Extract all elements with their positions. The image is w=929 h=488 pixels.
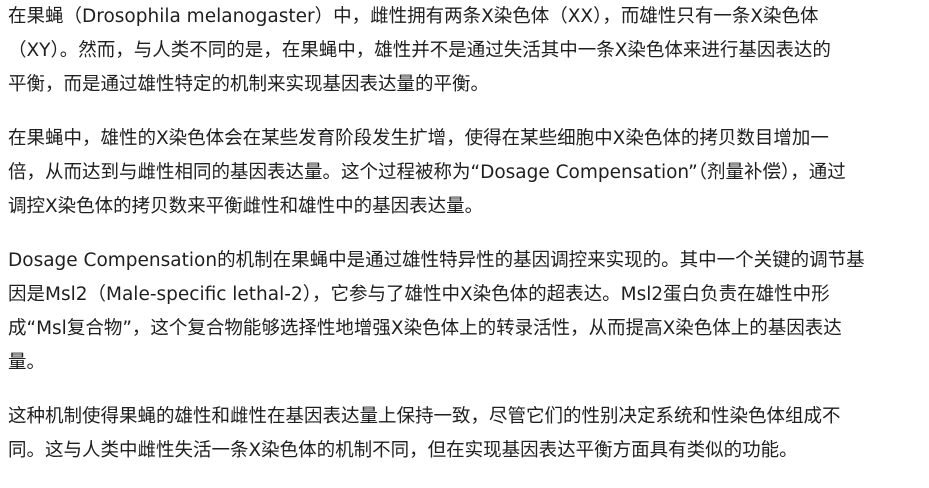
- paragraph-msl2-mechanism: Dosage Compensation的机制在果蝇中是通过雄性特异性的基因调控来…: [8, 244, 920, 380]
- paragraph-conclusion: 这种机制使得果蝇的雄性和雌性在基因表达量上保持一致，尽管它们的性别决定系统和性染…: [8, 400, 920, 468]
- text-line: 因是Msl2（Male-specific lethal-2），它参与了雄性中X染…: [8, 284, 830, 305]
- text-line: 平衡，而是通过雄性特定的机制来实现基因表达量的平衡。: [8, 74, 490, 95]
- text-line: （XY）。然而，与人类不同的是，在果蝇中，雄性并不是通过失活其中一条X染色体来进…: [8, 40, 831, 61]
- text-line: Dosage Compensation的机制在果蝇中是通过雄性特异性的基因调控来…: [8, 250, 865, 271]
- text-line: 量。: [8, 352, 46, 373]
- text-line: 成“Msl复合物”，这个复合物能够选择性地增强X染色体上的转录活性，从而提高X染…: [8, 318, 842, 339]
- text-line: 调控X染色体的拷贝数来平衡雌性和雄性中的基因表达量。: [8, 196, 484, 217]
- text-line: 在果蝇中，雄性的X染色体会在某些发育阶段发生扩增，使得在某些细胞中X染色体的拷贝…: [8, 128, 829, 149]
- text-line: 这种机制使得果蝇的雄性和雌性在基因表达量上保持一致，尽管它们的性别决定系统和性染…: [8, 406, 841, 427]
- text-line: 同。这与人类中雌性失活一条X染色体的机制不同，但在实现基因表达平衡方面具有类似的…: [8, 440, 798, 461]
- text-line: 倍，从而达到与雌性相同的基因表达量。这个过程被称为“Dosage Compens…: [8, 162, 846, 183]
- text-line: 在果蝇（Drosophila melanogaster）中，雌性拥有两条X染色体…: [8, 6, 819, 27]
- document-body: 在果蝇（Drosophila melanogaster）中，雌性拥有两条X染色体…: [8, 0, 920, 488]
- paragraph-dosage-compensation: 在果蝇中，雄性的X染色体会在某些发育阶段发生扩增，使得在某些细胞中X染色体的拷贝…: [8, 122, 920, 224]
- paragraph-intro: 在果蝇（Drosophila melanogaster）中，雌性拥有两条X染色体…: [8, 0, 920, 102]
